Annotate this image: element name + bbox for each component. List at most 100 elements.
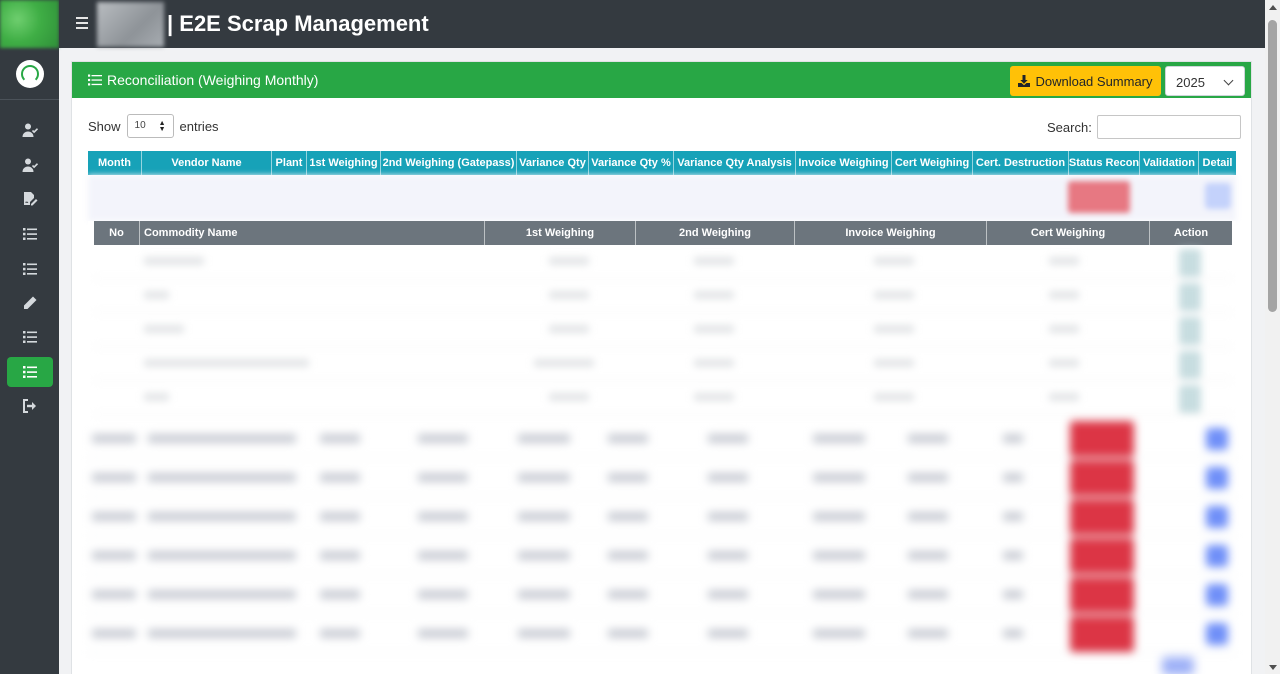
- col-header[interactable]: Variance Qty: [517, 151, 589, 175]
- scrollbar-thumb[interactable]: [1268, 20, 1277, 312]
- detail-button[interactable]: [1206, 467, 1228, 489]
- show-label: Show: [88, 118, 121, 134]
- detail-button[interactable]: [1206, 623, 1228, 645]
- user-check-icon: [22, 123, 38, 137]
- sort-caret-icon: ▲ ▼: [158, 120, 166, 133]
- entries-label: entries: [179, 118, 219, 134]
- subtable-header: No Commodity Name 1st Weighing 2nd Weigh…: [94, 221, 1232, 245]
- col-header[interactable]: 1st Weighing: [307, 151, 381, 175]
- col-header[interactable]: Cert Weighing: [892, 151, 973, 175]
- status-badge: [1070, 421, 1134, 457]
- action-button[interactable]: [1179, 249, 1201, 277]
- sidebar-item-file-signature[interactable]: [7, 184, 53, 214]
- list-icon: [23, 331, 37, 343]
- col-header[interactable]: Variance Qty %: [589, 151, 674, 175]
- table-row[interactable]: [88, 575, 1236, 614]
- search-label: Search:: [1047, 119, 1092, 135]
- pagination-button[interactable]: [1162, 657, 1194, 674]
- download-summary-label: Download Summary: [1035, 73, 1153, 89]
- card-title: Reconciliation (Weighing Monthly): [88, 72, 318, 88]
- table-row[interactable]: [88, 419, 1236, 458]
- col-header[interactable]: Cert. Destruction: [973, 151, 1069, 175]
- download-icon: [1018, 75, 1031, 87]
- sub-col-header: Invoice Weighing: [795, 221, 987, 245]
- list-icon: [23, 366, 37, 378]
- sidebar-item-pencil[interactable]: [7, 288, 53, 318]
- sidebar-divider: [0, 99, 59, 100]
- detail-button[interactable]: [1206, 428, 1228, 450]
- sidebar-item-list-2[interactable]: [7, 254, 53, 284]
- search-input[interactable]: [1096, 115, 1241, 139]
- card-header: Reconciliation (Weighing Monthly) Downlo…: [72, 62, 1251, 98]
- year-select[interactable]: 2025: [1165, 66, 1245, 96]
- col-header[interactable]: Variance Qty Analysis: [674, 151, 796, 175]
- sidebar-item-user-check-2[interactable]: [7, 150, 53, 180]
- sidebar-item-list-3[interactable]: [7, 322, 53, 352]
- detail-button[interactable]: [1206, 506, 1228, 528]
- reconciliation-card: Reconciliation (Weighing Monthly) Downlo…: [71, 61, 1252, 674]
- table-row: [94, 381, 1232, 415]
- sub-col-header: Action: [1173, 227, 1209, 239]
- action-button[interactable]: [1179, 351, 1201, 379]
- col-header[interactable]: 2nd Weighing (Gatepass): [381, 151, 517, 175]
- scroll-down-arrow-icon[interactable]: [1269, 665, 1277, 670]
- table-row: [94, 245, 1232, 279]
- sidebar: [0, 0, 59, 674]
- pencil-icon: [24, 296, 37, 309]
- status-badge: [1070, 460, 1134, 496]
- scroll-up-arrow-icon[interactable]: [1269, 5, 1277, 10]
- sub-col-header: Commodity Name: [140, 221, 485, 245]
- sign-out-icon: [23, 399, 36, 413]
- page-scrollbar[interactable]: [1265, 0, 1280, 674]
- col-header[interactable]: Status Recon: [1069, 151, 1140, 175]
- detail-button[interactable]: [1205, 183, 1231, 209]
- col-header[interactable]: Plant: [272, 151, 307, 175]
- action-button[interactable]: [1179, 317, 1201, 345]
- page-length-select[interactable]: 10 ▲ ▼: [126, 114, 174, 138]
- top-navbar: | E2E Scrap Management: [59, 0, 1280, 48]
- sub-col-header: No: [94, 221, 140, 245]
- status-badge: [1068, 181, 1130, 213]
- status-badge: [1070, 499, 1134, 535]
- file-signature-icon: [24, 192, 38, 206]
- list-icon: [23, 263, 37, 275]
- detail-button[interactable]: [1206, 545, 1228, 567]
- sub-col-header: Cert Weighing: [987, 221, 1150, 245]
- action-button[interactable]: [1179, 385, 1201, 413]
- sidebar-item-list-1[interactable]: [7, 219, 53, 249]
- table-row[interactable]: [88, 614, 1236, 653]
- year-select-value: 2025: [1176, 75, 1205, 90]
- status-badge: [1070, 577, 1134, 613]
- detail-button[interactable]: [1206, 584, 1228, 606]
- subtable-body: [94, 245, 1232, 417]
- col-header[interactable]: Invoice Weighing: [796, 151, 892, 175]
- list-icon: [23, 228, 37, 240]
- table-row[interactable]: [88, 458, 1236, 497]
- table-row[interactable]: [88, 536, 1236, 575]
- company-logo: [0, 0, 59, 48]
- search-control: Search:: [1047, 115, 1241, 139]
- download-summary-button[interactable]: Download Summary: [1010, 66, 1161, 96]
- user-avatar[interactable]: [16, 60, 44, 88]
- col-header[interactable]: Validation: [1140, 151, 1199, 175]
- hamburger-menu-icon[interactable]: [76, 17, 88, 29]
- detail-subtable: No Commodity Name 1st Weighing 2nd Weigh…: [88, 221, 1236, 417]
- sidebar-item-logout[interactable]: [7, 391, 53, 421]
- sub-col-header: 1st Weighing: [485, 221, 636, 245]
- table-row-expanded[interactable]: [88, 175, 1236, 221]
- main-table-header: Month Vendor Name Plant 1st Weighing 2nd…: [88, 151, 1236, 175]
- table-row[interactable]: [88, 497, 1236, 536]
- sub-col-header: 2nd Weighing: [636, 221, 795, 245]
- col-header[interactable]: Detail: [1199, 151, 1236, 175]
- sidebar-item-user-check-1[interactable]: [7, 115, 53, 145]
- status-badge: [1070, 538, 1134, 574]
- col-header[interactable]: Month: [88, 151, 142, 175]
- table-row: [94, 279, 1232, 313]
- main-table-body: [88, 419, 1236, 655]
- sidebar-item-reconciliation[interactable]: [7, 357, 53, 387]
- col-header[interactable]: Vendor Name: [142, 151, 272, 175]
- page-length-control: Show 10 ▲ ▼ entries: [88, 114, 219, 138]
- action-button[interactable]: [1179, 283, 1201, 311]
- page-length-value: 10: [134, 120, 146, 131]
- brand-logo: [97, 2, 164, 47]
